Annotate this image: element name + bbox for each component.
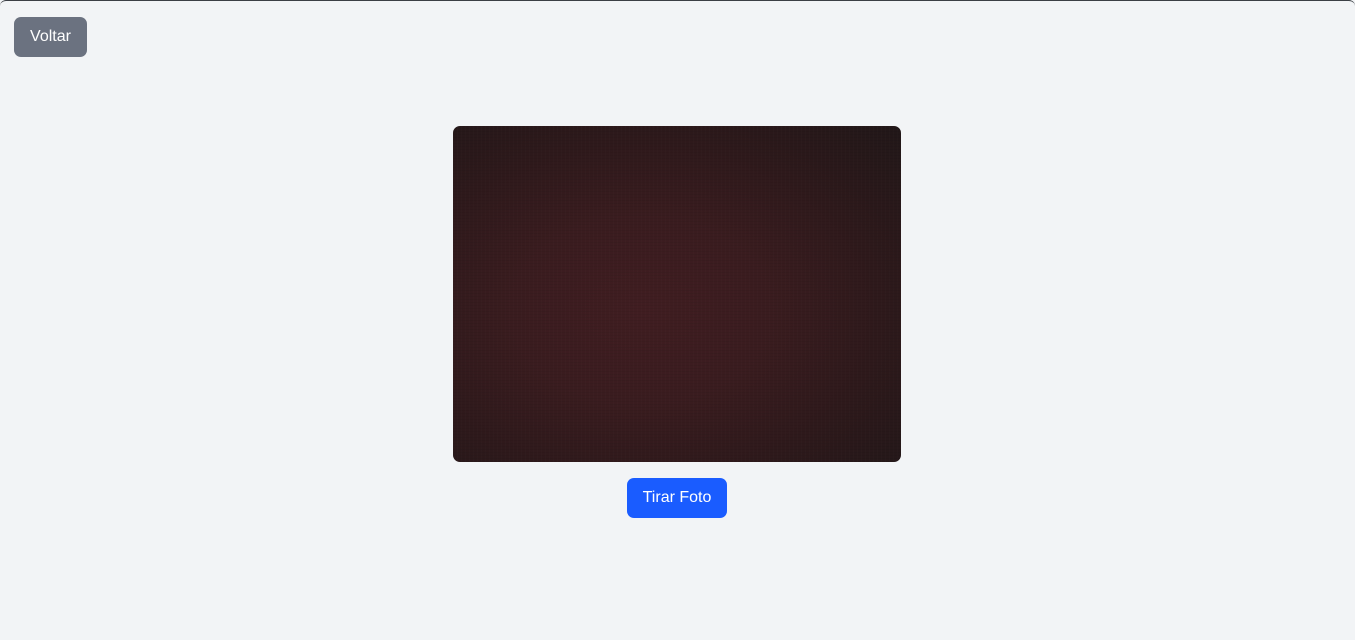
app-window: Voltar Tirar Foto: [0, 0, 1355, 640]
camera-preview: [453, 126, 901, 462]
camera-preview-feed: [453, 126, 901, 462]
take-photo-button[interactable]: Tirar Foto: [627, 478, 727, 518]
back-button[interactable]: Voltar: [14, 17, 87, 57]
